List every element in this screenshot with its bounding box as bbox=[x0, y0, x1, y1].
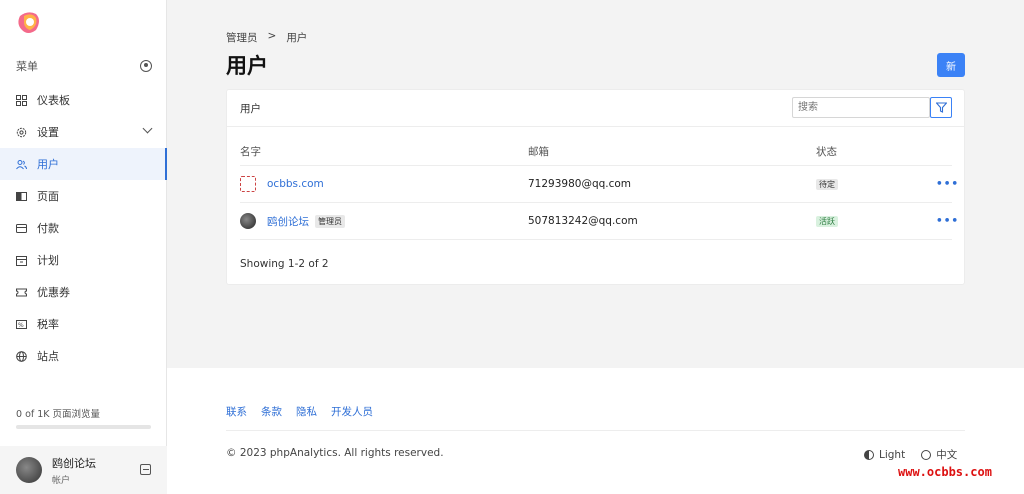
avatar[interactable] bbox=[16, 457, 42, 483]
search-input[interactable] bbox=[792, 97, 930, 118]
filter-button[interactable] bbox=[930, 97, 952, 118]
user-circle-icon[interactable] bbox=[140, 60, 152, 72]
account-name: 鸥创论坛 bbox=[52, 456, 96, 470]
breadcrumb-users: 用户 bbox=[286, 32, 308, 44]
page-title: 用户 bbox=[226, 54, 268, 78]
column-email[interactable]: 邮箱 bbox=[528, 144, 816, 159]
sidebar-item-dashboard[interactable]: 仪表板 bbox=[0, 84, 167, 116]
chevron-down-icon[interactable] bbox=[142, 123, 153, 134]
svg-text:%: % bbox=[18, 322, 24, 329]
footer-link-contact[interactable]: 联系 bbox=[226, 404, 247, 419]
theme-toggle[interactable]: Light bbox=[864, 447, 905, 462]
globe-icon bbox=[921, 449, 932, 460]
footer-divider bbox=[226, 430, 965, 431]
copyright: © 2023 phpAnalytics. All rights reserved… bbox=[226, 447, 444, 459]
sidebar-item-label: 仪表板 bbox=[37, 94, 70, 107]
pagination-summary: Showing 1-2 of 2 bbox=[240, 258, 329, 270]
box-icon bbox=[16, 255, 27, 266]
sidebar-item-coupons[interactable]: 优惠券 bbox=[0, 276, 167, 308]
breadcrumb: 管理员 > 用户 bbox=[226, 30, 307, 45]
user-email: 507813242@qq.com bbox=[528, 215, 638, 227]
logout-icon[interactable] bbox=[140, 464, 151, 475]
menu-header: 菜单 bbox=[16, 58, 152, 74]
pageview-usage-text: 0 of 1K 页面浏览量 bbox=[16, 409, 101, 420]
users-icon bbox=[16, 159, 27, 169]
theme-label: Light bbox=[879, 448, 906, 461]
sidebar-item-label: 用户 bbox=[37, 158, 59, 171]
table-row: ocbbs.com 71293980@qq.com 待定 ••• bbox=[240, 166, 958, 203]
table-row: 鸥创论坛 管理员 507813242@qq.com 活跃 ••• bbox=[240, 203, 958, 240]
sidebar-item-label: 付款 bbox=[37, 222, 59, 235]
sidebar-item-sites[interactable]: 站点 bbox=[0, 340, 167, 372]
contrast-icon bbox=[864, 449, 874, 460]
sidebar-item-users[interactable]: 用户 bbox=[0, 148, 167, 180]
user-avatar bbox=[240, 176, 256, 192]
column-status[interactable]: 状态 bbox=[816, 144, 936, 159]
status-cell: 待定 bbox=[816, 178, 936, 190]
sidebar-item-settings[interactable]: 设置 bbox=[0, 116, 167, 148]
user-name-cell: 鸥创论坛 管理员 bbox=[240, 213, 528, 229]
user-avatar bbox=[240, 213, 256, 229]
sidebar-item-label: 优惠券 bbox=[37, 286, 70, 299]
more-actions-icon[interactable]: ••• bbox=[936, 215, 958, 227]
sidebar-item-label: 计划 bbox=[37, 254, 59, 267]
language-label: 中文 bbox=[936, 449, 958, 461]
account-panel[interactable]: 鸥创论坛 帐户 bbox=[0, 446, 167, 494]
footer-settings: Light 中文 bbox=[864, 447, 957, 462]
footer-links: 联系 条款 隐私 开发人员 bbox=[226, 404, 373, 419]
sidebar-item-label: 税率 bbox=[37, 318, 59, 331]
sidebar-item-payments[interactable]: 付款 bbox=[0, 212, 167, 244]
watermark: www.ocbbs.com bbox=[898, 465, 992, 479]
gear-icon bbox=[16, 127, 27, 137]
users-card: 用户 名字 邮箱 状态 ocbbs.com 71293980@qq.com 待定… bbox=[226, 89, 965, 285]
sidebar-item-pages[interactable]: 页面 bbox=[0, 180, 167, 212]
breadcrumb-admin[interactable]: 管理员 bbox=[226, 30, 258, 45]
book-icon bbox=[16, 191, 27, 201]
user-name-link[interactable]: ocbbs.com bbox=[267, 178, 324, 190]
footer: 联系 条款 隐私 开发人员 © 2023 phpAnalytics. All r… bbox=[167, 368, 1024, 494]
account-label: 帐户 bbox=[52, 475, 71, 486]
globe-icon bbox=[16, 350, 27, 362]
grid-icon bbox=[16, 94, 27, 106]
new-user-button[interactable]: 新 bbox=[937, 53, 965, 77]
table-header: 名字 邮箱 状态 bbox=[240, 138, 952, 166]
sidebar: 菜单 仪表板 设置 用户 页面 付款 计划 优惠券 % 税率 站点 0 of 1… bbox=[0, 0, 167, 494]
sidebar-item-label: 页面 bbox=[37, 190, 59, 203]
sidebar-item-label: 站点 bbox=[37, 350, 59, 363]
status-badge: 待定 bbox=[816, 179, 838, 190]
sidebar-item-plans[interactable]: 计划 bbox=[0, 244, 167, 276]
menu-label: 菜单 bbox=[16, 60, 38, 73]
pageview-usage-bar bbox=[16, 425, 151, 429]
sidebar-item-tax-rates[interactable]: % 税率 bbox=[0, 308, 167, 340]
user-name-link[interactable]: 鸥创论坛 bbox=[267, 214, 309, 229]
sidebar-item-label: 设置 bbox=[37, 126, 59, 139]
language-selector[interactable]: 中文 bbox=[921, 447, 957, 462]
app-logo[interactable] bbox=[16, 10, 42, 36]
footer-link-privacy[interactable]: 隐私 bbox=[296, 404, 317, 419]
footer-link-developers[interactable]: 开发人员 bbox=[331, 404, 373, 419]
user-email: 71293980@qq.com bbox=[528, 178, 632, 190]
filter-icon bbox=[936, 102, 947, 113]
status-cell: 活跃 bbox=[816, 215, 936, 227]
footer-link-terms[interactable]: 条款 bbox=[261, 404, 282, 419]
column-name[interactable]: 名字 bbox=[240, 144, 528, 159]
role-badge: 管理员 bbox=[315, 214, 345, 228]
sidebar-nav: 仪表板 设置 用户 页面 付款 计划 优惠券 % 税率 站点 bbox=[0, 84, 167, 372]
breadcrumb-separator-icon: > bbox=[267, 30, 277, 42]
main-content: 管理员 > 用户 用户 新 用户 名字 邮箱 状态 ocbbs.com 7129… bbox=[167, 0, 1024, 368]
ticket-icon bbox=[16, 288, 27, 296]
receipt-icon: % bbox=[16, 319, 27, 329]
user-name-cell: ocbbs.com bbox=[240, 176, 528, 192]
more-actions-icon[interactable]: ••• bbox=[936, 178, 958, 190]
card-icon bbox=[16, 223, 27, 233]
status-badge: 活跃 bbox=[816, 216, 838, 227]
